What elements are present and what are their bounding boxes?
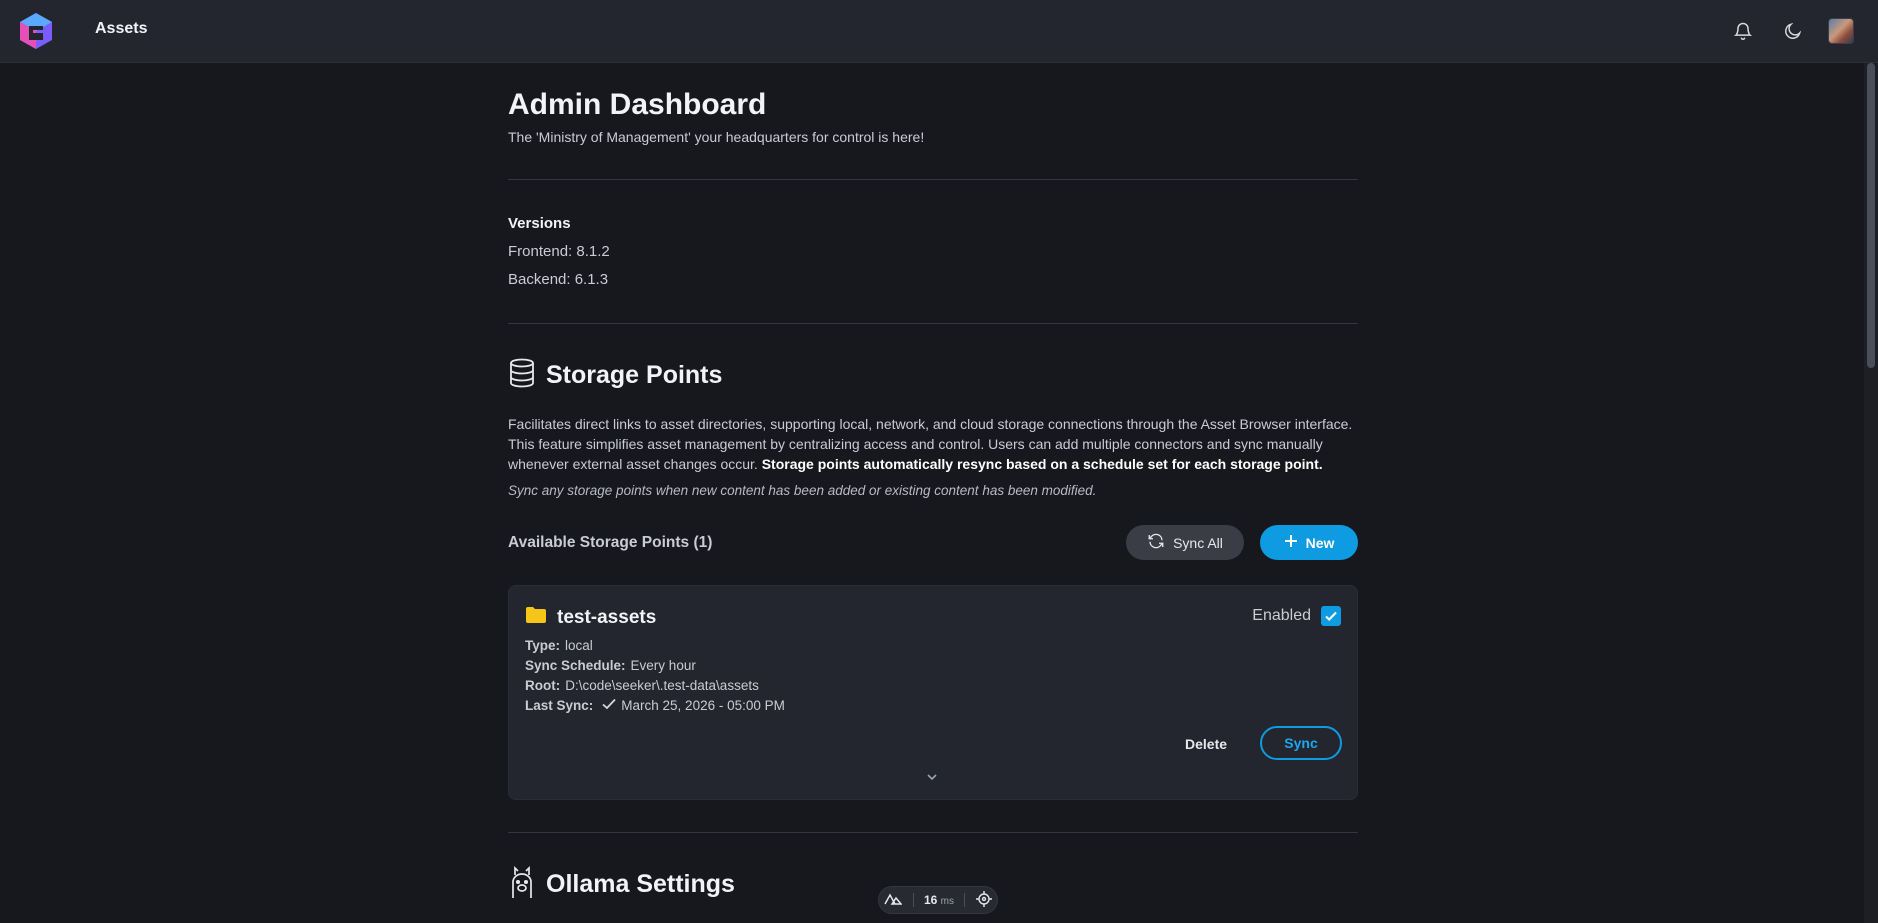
scrollbar-thumb[interactable] xyxy=(1867,63,1875,368)
bell-icon[interactable] xyxy=(1728,16,1758,46)
storage-point-card: test-assets Enabled Type: local Sync Sch… xyxy=(508,585,1358,800)
sync-all-button[interactable]: Sync All xyxy=(1126,525,1244,560)
avatar[interactable] xyxy=(1828,18,1854,44)
chevron-down-icon[interactable] xyxy=(925,769,939,787)
plus-icon xyxy=(1284,534,1298,551)
database-icon xyxy=(508,358,536,393)
llama-icon xyxy=(508,865,536,904)
backend-version: Backend: 6.1.3 xyxy=(508,271,609,288)
separator xyxy=(964,893,966,907)
page-subtitle: The 'Ministry of Management' your headqu… xyxy=(508,129,925,145)
frontend-version: Frontend: 8.1.2 xyxy=(508,243,610,260)
separator xyxy=(912,893,914,907)
refresh-icon xyxy=(1147,532,1165,553)
page-title: Admin Dashboard xyxy=(508,88,767,121)
nuxt-logo-icon[interactable] xyxy=(884,892,903,908)
versions-heading: Versions xyxy=(508,215,571,232)
app-title[interactable]: Assets xyxy=(95,20,147,38)
dev-toolbar[interactable]: 16 ms xyxy=(878,886,998,914)
divider xyxy=(508,832,1358,833)
storage-point-name: test-assets xyxy=(557,606,657,628)
storage-points-title: Storage Points xyxy=(546,361,723,389)
folder-icon xyxy=(525,606,547,629)
available-storage-label: Available Storage Points (1) xyxy=(508,534,713,551)
top-navbar: Assets xyxy=(0,0,1878,63)
delete-button[interactable]: Delete xyxy=(1185,736,1227,752)
check-icon xyxy=(602,698,616,713)
new-storage-button[interactable]: New xyxy=(1260,525,1358,560)
divider xyxy=(508,323,1358,324)
root-path-row: Root: D:\code\seeker\.test-data\assets xyxy=(525,678,759,693)
divider xyxy=(508,179,1358,180)
render-time: 16 ms xyxy=(923,893,955,907)
moon-icon[interactable] xyxy=(1778,16,1808,46)
storage-description: Facilitates direct links to asset direct… xyxy=(508,416,1353,472)
ollama-settings-heading: Ollama Settings xyxy=(508,865,735,904)
sync-button[interactable]: Sync xyxy=(1260,726,1342,760)
last-sync-row: Last Sync: March 25, 2026 - 05:00 PM xyxy=(525,698,785,713)
storage-type-row: Type: local xyxy=(525,638,593,653)
storage-description-bold: Storage points automatically resync base… xyxy=(761,456,1323,472)
storage-note: Sync any storage points when new content… xyxy=(508,483,1097,498)
crosshair-icon[interactable] xyxy=(975,890,992,910)
ollama-settings-title: Ollama Settings xyxy=(546,870,735,898)
page-scrollbar[interactable] xyxy=(1864,63,1878,923)
app-logo-icon[interactable] xyxy=(18,12,54,50)
sync-schedule-row: Sync Schedule: Every hour xyxy=(525,658,696,673)
enabled-label: Enabled xyxy=(1252,607,1311,624)
storage-points-heading: Storage Points xyxy=(508,358,722,393)
enabled-checkbox[interactable] xyxy=(1321,606,1341,626)
